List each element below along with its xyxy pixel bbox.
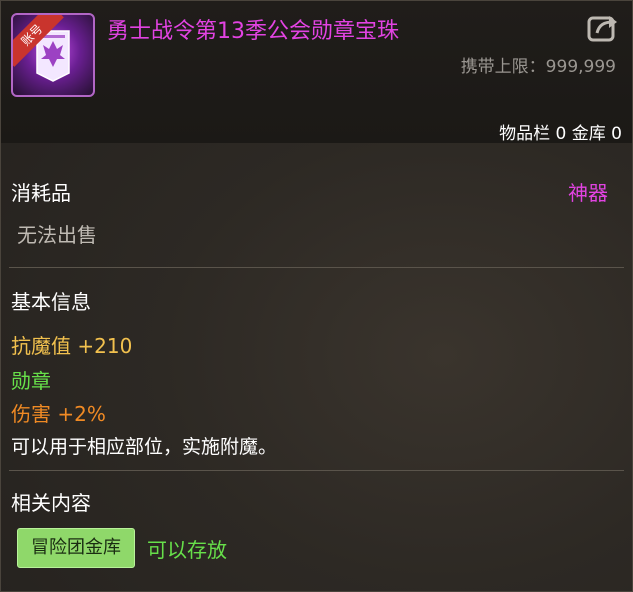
- item-title: 勇士战令第13季公会勋章宝珠: [107, 19, 399, 44]
- guild-banner-icon: 账号: [11, 13, 95, 97]
- stat-row: 抗魔值 +210: [11, 330, 132, 359]
- item-rarity: 神器: [568, 181, 608, 205]
- adventure-vault-button[interactable]: 冒险团金库: [17, 528, 135, 568]
- stat-value: +210: [77, 334, 133, 358]
- item-type: 勋章: [11, 369, 51, 393]
- item-tooltip: 账号 勇士战令第13季公会勋章宝珠 携带上限：999,999 物品栏 0 金库 …: [0, 0, 633, 592]
- damage-value: +2%: [57, 402, 106, 426]
- related-heading: 相关内容: [11, 491, 91, 515]
- share-icon[interactable]: [586, 11, 620, 45]
- item-category: 消耗品: [11, 181, 71, 205]
- damage-row: 伤害 +2%: [11, 398, 106, 427]
- section-divider: [9, 267, 624, 268]
- storage-count: 物品栏 0 金库 0: [499, 124, 622, 144]
- section-divider: [9, 470, 624, 471]
- sale-status: 无法出售: [17, 223, 97, 247]
- storable-text: 可以存放: [147, 538, 227, 562]
- item-description: 可以用于相应部位，实施附魔。: [11, 436, 278, 458]
- stat-label: 抗魔值: [11, 334, 71, 358]
- damage-label: 伤害: [11, 402, 51, 426]
- carry-limit: 携带上限：999,999: [460, 57, 616, 77]
- basic-info-heading: 基本信息: [11, 290, 91, 314]
- tooltip-header: 账号 勇士战令第13季公会勋章宝珠 携带上限：999,999 物品栏 0 金库 …: [1, 1, 632, 144]
